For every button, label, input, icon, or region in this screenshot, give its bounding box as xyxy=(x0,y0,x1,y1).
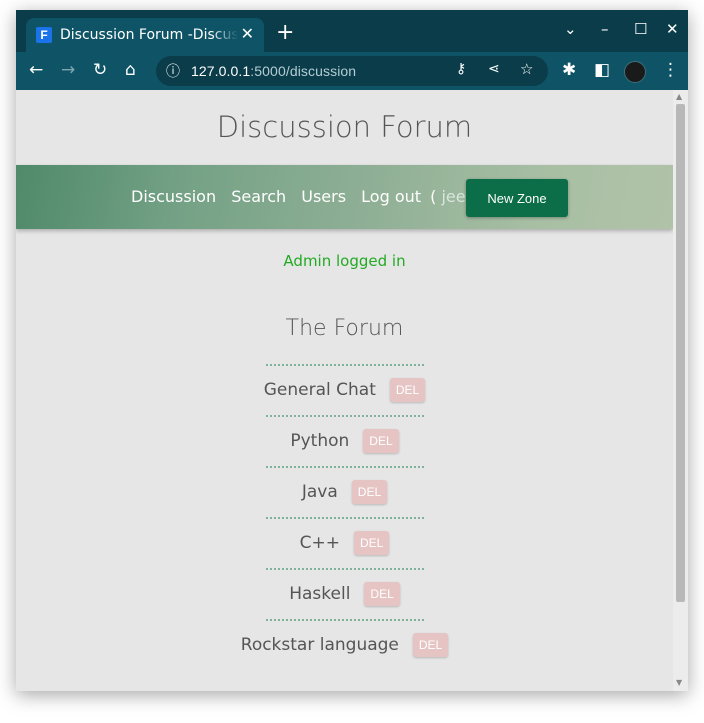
nav-bar: Discussion Search Users Log out ( jee ) … xyxy=(16,165,673,229)
site-title: Discussion Forum xyxy=(216,110,473,144)
page-viewport: Discussion Forum Discussion Search Users… xyxy=(16,90,673,691)
tab-title: Discussion Forum -Discussion xyxy=(60,27,238,43)
back-icon[interactable]: ← xyxy=(29,60,43,80)
address-bar[interactable]: ⓘ 127.0.0.1:5000/discussion ⚷ ⋖ ☆ xyxy=(156,56,548,86)
minimize-icon[interactable]: – xyxy=(601,20,609,38)
nav-username: jee xyxy=(441,187,466,206)
tab-close-icon[interactable]: ✕ xyxy=(241,24,254,43)
zone-row: C++ DEL xyxy=(16,517,673,568)
scrollbar[interactable]: ▲ ▼ xyxy=(673,90,688,691)
sidepanel-icon[interactable]: ◧ xyxy=(594,60,610,80)
nav-users-link[interactable]: Users xyxy=(301,187,346,206)
delete-zone-button[interactable]: DEL xyxy=(389,377,426,402)
browser-tab[interactable]: F Discussion Forum -Discussion ✕ xyxy=(26,18,264,52)
zone-row: Rockstar language DEL xyxy=(16,619,673,670)
favicon-icon: F xyxy=(36,27,52,43)
delete-zone-button[interactable]: DEL xyxy=(354,530,390,555)
zone-link[interactable]: Java xyxy=(302,482,338,502)
extensions-icon[interactable]: ✱ xyxy=(562,60,576,80)
forward-icon[interactable]: → xyxy=(61,60,75,80)
zone-row: Python DEL xyxy=(16,415,673,466)
tab-bar: F Discussion Forum -Discussion ✕ + ⌄ – ☐… xyxy=(16,10,688,52)
zone-link[interactable]: C++ xyxy=(300,533,340,553)
share-icon[interactable]: ⋖ xyxy=(488,61,500,77)
url-path: :5000/discussion xyxy=(250,63,357,79)
scroll-up-icon[interactable]: ▲ xyxy=(676,92,682,101)
zone-link[interactable]: Haskell xyxy=(289,584,350,604)
nav-logout-link[interactable]: Log out xyxy=(361,187,421,206)
delete-zone-button[interactable]: DEL xyxy=(363,428,399,453)
forum-heading: The Forum xyxy=(285,316,404,341)
browser-window: F Discussion Forum -Discussion ✕ + ⌄ – ☐… xyxy=(16,10,688,691)
chevron-down-icon[interactable]: ⌄ xyxy=(564,20,577,38)
nav-discussion-link[interactable]: Discussion xyxy=(131,187,216,206)
zone-row: Haskell DEL xyxy=(16,568,673,619)
nav-user-open: ( xyxy=(430,187,437,206)
nav-links: Discussion Search Users Log out ( jee ) xyxy=(131,187,477,206)
browser-toolbar: ← → ↻ ⌂ ⓘ 127.0.0.1:5000/discussion ⚷ ⋖ … xyxy=(16,52,688,90)
info-icon[interactable]: ⓘ xyxy=(166,61,180,81)
url-host: 127.0.0.1 xyxy=(191,63,251,79)
nav-search-link[interactable]: Search xyxy=(231,187,286,206)
menu-icon[interactable]: ⋮ xyxy=(662,60,679,80)
status-message: Admin logged in xyxy=(283,252,406,270)
scroll-thumb[interactable] xyxy=(676,104,685,602)
zone-row: Java DEL xyxy=(16,466,673,517)
delete-zone-button[interactable]: DEL xyxy=(364,581,400,606)
zone-link[interactable]: Rockstar language xyxy=(241,635,399,655)
zone-list: General Chat DEL Python DEL Java DEL C++ DEL Has… xyxy=(16,364,673,670)
star-icon[interactable]: ☆ xyxy=(520,60,533,78)
url-text: 127.0.0.1:5000/discussion xyxy=(191,63,356,79)
key-icon[interactable]: ⚷ xyxy=(456,61,466,77)
home-icon[interactable]: ⌂ xyxy=(125,60,136,80)
new-tab-icon[interactable]: + xyxy=(276,20,294,45)
profile-avatar[interactable] xyxy=(624,61,646,83)
reload-icon[interactable]: ↻ xyxy=(93,60,107,80)
scroll-down-icon[interactable]: ▼ xyxy=(676,678,682,687)
close-icon[interactable]: ✕ xyxy=(666,20,679,38)
zone-link[interactable]: Python xyxy=(290,431,349,451)
zone-link[interactable]: General Chat xyxy=(264,380,376,400)
delete-zone-button[interactable]: DEL xyxy=(351,479,388,504)
new-zone-button[interactable]: New Zone xyxy=(466,179,568,217)
zone-row: General Chat DEL xyxy=(16,364,673,415)
maximize-icon[interactable]: ☐ xyxy=(634,20,647,38)
delete-zone-button[interactable]: DEL xyxy=(412,632,449,657)
